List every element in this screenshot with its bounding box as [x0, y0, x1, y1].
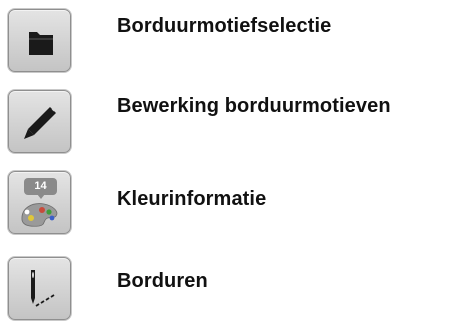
needle-stitch-icon [31, 270, 55, 307]
design-edit-button[interactable] [8, 90, 71, 153]
color-info-label: Kleurinformatie [117, 188, 267, 210]
design-selection-label: Borduurmotiefselectie [117, 15, 332, 37]
design-edit-label: Bewerking borduurmotieven [117, 95, 391, 117]
embroidery-button[interactable] [8, 257, 71, 320]
pencil-icon [24, 107, 56, 139]
color-info-button[interactable]: 14 [8, 171, 71, 234]
folder-icon [29, 32, 53, 55]
embroidery-label: Borduren [117, 270, 208, 292]
design-selection-button[interactable] [8, 9, 71, 72]
palette-icon [21, 203, 58, 227]
